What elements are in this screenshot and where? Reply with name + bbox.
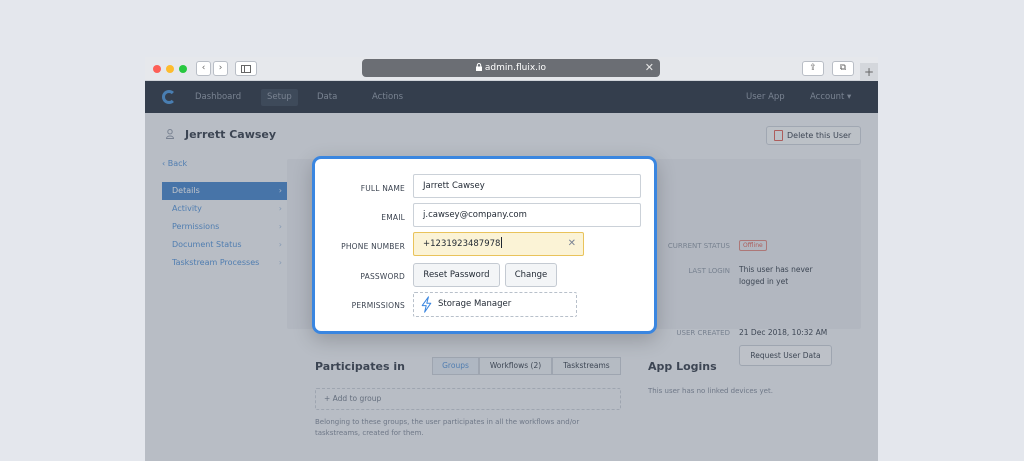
minimize-window-icon[interactable]	[166, 65, 174, 73]
back-nav-button[interactable]: ‹	[196, 61, 211, 76]
clear-icon[interactable]: ✕	[568, 233, 576, 255]
full-name-label: FULL NAME	[360, 184, 405, 193]
share-button[interactable]: ⇪	[802, 61, 824, 76]
bolt-icon	[421, 296, 432, 313]
phone-number-value: +1231923487978	[423, 239, 501, 249]
phone-number-field[interactable]: +1231923487978 ✕	[413, 232, 584, 256]
phone-number-label: PHONE NUMBER	[341, 242, 405, 251]
tabs-button[interactable]: ⧉	[832, 61, 854, 76]
edit-user-modal: FULL NAME Jarrett Cawsey EMAIL j.cawsey@…	[312, 156, 657, 334]
email-label: EMAIL	[381, 213, 405, 222]
close-window-icon[interactable]	[153, 65, 161, 73]
email-field[interactable]: j.cawsey@company.com	[413, 203, 641, 227]
permissions-selector[interactable]: Storage Manager	[413, 292, 577, 317]
sidebar-toggle-button[interactable]	[235, 61, 257, 76]
sidebar-icon	[241, 65, 251, 73]
permissions-value: Storage Manager	[438, 299, 512, 309]
password-label: PASSWORD	[360, 272, 405, 281]
url-text: admin.fluix.io	[484, 63, 547, 73]
permissions-label: PERMISSIONS	[351, 301, 405, 310]
address-bar[interactable]: admin.fluix.io ✕	[362, 59, 660, 77]
lock-icon	[475, 63, 482, 71]
zoom-window-icon[interactable]	[179, 65, 187, 73]
reset-password-button[interactable]: Reset Password	[413, 263, 500, 287]
full-name-field[interactable]: Jarrett Cawsey	[413, 174, 641, 198]
text-caret	[501, 237, 503, 248]
stop-loading-icon[interactable]: ✕	[645, 59, 654, 77]
browser-toolbar: ‹ › admin.fluix.io ✕ ⇪ ⧉ +	[145, 57, 878, 81]
change-password-button[interactable]: Change	[505, 263, 557, 287]
new-tab-button[interactable]: +	[860, 63, 878, 81]
forward-nav-button[interactable]: ›	[213, 61, 228, 76]
